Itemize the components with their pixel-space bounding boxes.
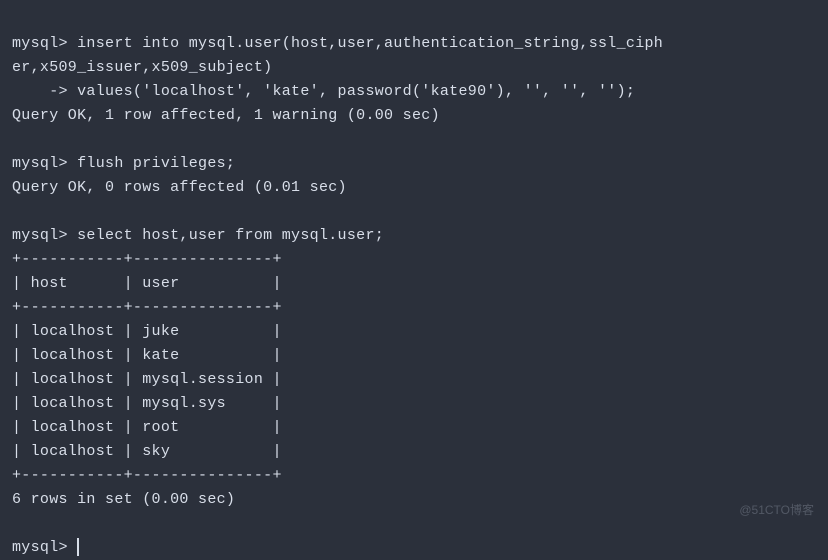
- table-row: | localhost | kate |: [12, 347, 282, 364]
- sql-flush-line: mysql> flush privileges;: [12, 155, 235, 172]
- table-header-row: | host | user |: [12, 275, 282, 292]
- cursor: [77, 538, 79, 556]
- mysql-prompt: mysql>: [12, 539, 77, 556]
- query-result-flush: Query OK, 0 rows affected (0.01 sec): [12, 179, 347, 196]
- table-border-top: +-----------+---------------+: [12, 251, 282, 268]
- sql-insert-line-1: mysql> insert into mysql.user(host,user,…: [12, 35, 663, 52]
- table-row: | localhost | sky |: [12, 443, 282, 460]
- table-border-sep: +-----------+---------------+: [12, 299, 282, 316]
- table-row: | localhost | mysql.sys |: [12, 395, 282, 412]
- watermark-text: @51CTO博客: [739, 501, 814, 520]
- prompt-cursor-line[interactable]: mysql>: [12, 539, 79, 556]
- table-row: | localhost | root |: [12, 419, 282, 436]
- sql-insert-line-3: -> values('localhost', 'kate', password(…: [12, 83, 635, 100]
- table-row: | localhost | juke |: [12, 323, 282, 340]
- terminal-output[interactable]: mysql> insert into mysql.user(host,user,…: [12, 8, 816, 560]
- query-result-insert: Query OK, 1 row affected, 1 warning (0.0…: [12, 107, 440, 124]
- table-border-bottom: +-----------+---------------+: [12, 467, 282, 484]
- query-result-select: 6 rows in set (0.00 sec): [12, 491, 235, 508]
- sql-insert-line-2: er,x509_issuer,x509_subject): [12, 59, 272, 76]
- sql-select-line: mysql> select host,user from mysql.user;: [12, 227, 384, 244]
- table-row: | localhost | mysql.session |: [12, 371, 282, 388]
